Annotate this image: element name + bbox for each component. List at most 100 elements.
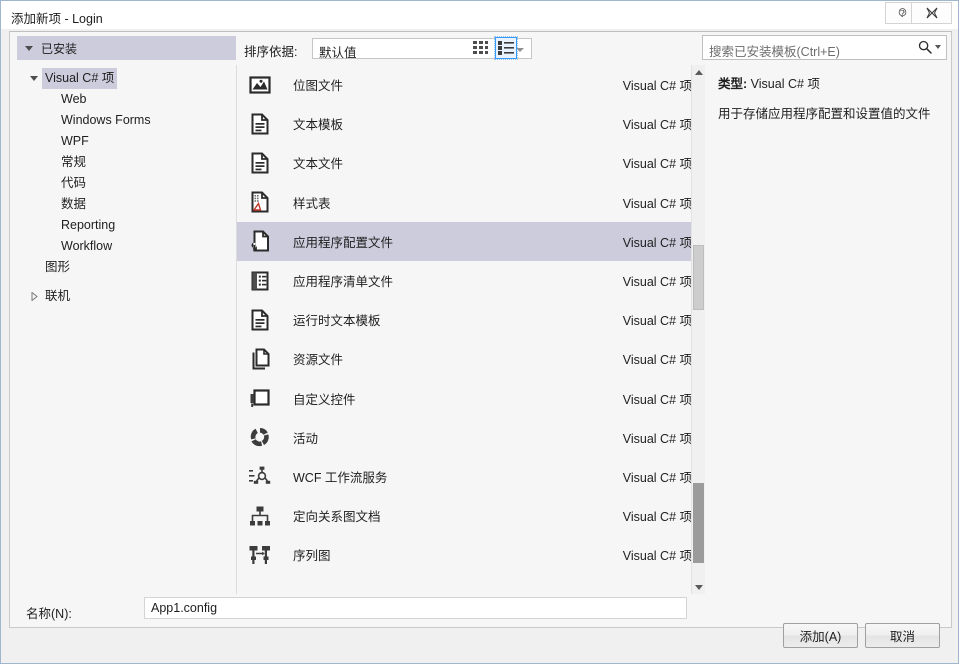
template-row-wcf-workflow-service[interactable]: WCF 工作流服务 Visual C# 项: [237, 457, 704, 496]
chevron-down-icon: [25, 45, 33, 51]
template-list-scrollbar[interactable]: [691, 65, 705, 594]
template-name: 活动: [293, 431, 319, 446]
app-manifest-file-icon: [247, 268, 273, 294]
dialog-content: 已安装 Visual C# 项 Web Windows Forms WPF 常规…: [9, 31, 952, 628]
template-name: 文本文件: [293, 157, 344, 172]
template-row-directed-graph-document[interactable]: 定向关系图文档 Visual C# 项: [237, 496, 704, 535]
title-bar: 添加新项 - Login ?: [1, 1, 958, 29]
template-kind: Visual C# 项: [622, 235, 692, 250]
directed-graph-document-icon: [247, 503, 273, 529]
add-button[interactable]: 添加(A): [783, 623, 858, 648]
sidebar-item-web[interactable]: Web: [10, 89, 236, 110]
template-name: 定向关系图文档: [293, 510, 381, 525]
search-placeholder: 搜索已安装模板(Ctrl+E): [709, 45, 840, 59]
triangle-down-icon: [694, 584, 703, 590]
text-file-icon: [247, 150, 273, 176]
list-toolbar: 排序依据: 默认值 搜索已安装模板(Ctrl+E): [236, 32, 951, 65]
triangle-up-icon: [694, 69, 703, 75]
sidebar-item-label: Windows Forms: [61, 113, 151, 127]
search-box[interactable]: 搜索已安装模板(Ctrl+E): [702, 35, 947, 60]
template-row-sequence-diagram[interactable]: 序列图 Visual C# 项: [237, 535, 704, 574]
template-kind: Visual C# 项: [622, 157, 692, 172]
sort-by-value: 默认值: [319, 46, 357, 60]
grid-view-icon: [473, 40, 488, 54]
template-row-custom-control[interactable]: 自定义控件 Visual C# 项: [237, 379, 704, 418]
sidebar-item-windows-forms[interactable]: Windows Forms: [10, 110, 236, 131]
sidebar-item-visual-csharp-items[interactable]: Visual C# 项: [10, 68, 236, 89]
template-row-bitmap-file[interactable]: 位图文件 Visual C# 项: [237, 65, 704, 104]
template-name: 位图文件: [293, 79, 344, 94]
sidebar-item-reporting[interactable]: Reporting: [10, 215, 236, 236]
template-name: 资源文件: [293, 353, 344, 368]
medium-icons-view-button[interactable]: [470, 37, 492, 59]
wcf-workflow-service-icon: [247, 463, 273, 489]
list-view-icon: [498, 41, 514, 55]
sidebar-item-label: Reporting: [61, 218, 116, 232]
sidebar-item-label: 联机: [45, 289, 71, 303]
template-row-app-manifest-file[interactable]: 应用程序清单文件 Visual C# 项: [237, 261, 704, 300]
svg-text:?: ?: [900, 8, 905, 20]
scroll-down-button[interactable]: [692, 580, 705, 594]
sequence-diagram-icon: [247, 542, 273, 568]
scrollbar-thumb[interactable]: [693, 245, 704, 310]
sidebar-item-general[interactable]: 常规: [10, 152, 236, 173]
text-template-icon: [247, 111, 273, 137]
sidebar-item-label: Visual C# 项: [42, 68, 118, 89]
sidebar-item-graphics[interactable]: 图形: [10, 257, 236, 278]
search-icon-group[interactable]: [918, 40, 941, 54]
template-name: 自定义控件: [293, 392, 356, 407]
template-kind: Visual C# 项: [622, 79, 692, 94]
sidebar-item-label: Workflow: [61, 239, 113, 253]
details-type-value: Visual C# 项: [750, 77, 820, 91]
categories-sidebar: 已安装 Visual C# 项 Web Windows Forms WPF 常规…: [10, 32, 236, 627]
dialog-title: 添加新项 - Login: [11, 12, 103, 26]
template-row-text-template[interactable]: 文本模板 Visual C# 项: [237, 104, 704, 143]
sidebar-item-data[interactable]: 数据: [10, 194, 236, 215]
template-kind: Visual C# 项: [622, 470, 692, 485]
template-row-activity[interactable]: 活动 Visual C# 项: [237, 418, 704, 457]
template-name: 应用程序配置文件: [293, 235, 394, 250]
add-new-item-dialog: 添加新项 - Login ? 已安装 Visual C# 项 Web Windo…: [0, 0, 959, 664]
template-name: WCF 工作流服务: [293, 470, 388, 485]
scrollbar-thumb-secondary[interactable]: [693, 483, 704, 563]
bitmap-file-icon: [247, 72, 273, 98]
template-kind: Visual C# 项: [622, 392, 692, 407]
template-list[interactable]: 位图文件 Visual C# 项 文本模板 Visual C# 项 文本文件 V…: [236, 65, 705, 594]
template-details-pane: 类型: Visual C# 项 用于存储应用程序配置和设置值的文件: [706, 65, 951, 594]
question-mark-icon: ?: [898, 8, 907, 20]
sidebar-item-code[interactable]: 代码: [10, 173, 236, 194]
chevron-right-icon: [26, 292, 42, 301]
template-kind: Visual C# 项: [622, 196, 692, 211]
template-kind: Visual C# 项: [622, 314, 692, 329]
sidebar-item-online[interactable]: 联机: [10, 286, 236, 307]
template-row-stylesheet[interactable]: 样式表 Visual C# 项: [237, 183, 704, 222]
custom-control-icon: [247, 385, 273, 411]
details-description: 用于存储应用程序配置和设置值的文件: [718, 107, 931, 121]
template-row-text-file[interactable]: 文本文件 Visual C# 项: [237, 143, 704, 182]
sidebar-item-workflow[interactable]: Workflow: [10, 236, 236, 257]
category-tree: Visual C# 项 Web Windows Forms WPF 常规 代码: [10, 68, 236, 307]
sidebar-item-label: 代码: [61, 176, 87, 190]
template-kind: Visual C# 项: [622, 549, 692, 564]
scroll-up-button[interactable]: [692, 65, 705, 79]
close-button[interactable]: [911, 2, 952, 24]
template-name: 序列图: [293, 549, 331, 564]
template-name: 应用程序清单文件: [293, 275, 394, 290]
cancel-button[interactable]: 取消: [865, 623, 940, 648]
sidebar-item-wpf[interactable]: WPF: [10, 131, 236, 152]
list-view-button[interactable]: [494, 36, 518, 60]
details-type-label: 类型:: [718, 77, 748, 91]
template-kind: Visual C# 项: [622, 431, 692, 446]
close-icon: [926, 7, 937, 19]
runtime-text-template-icon: [247, 307, 273, 333]
template-row-app-config-file[interactable]: 应用程序配置文件 Visual C# 项: [237, 221, 704, 261]
name-label: 名称(N):: [26, 607, 72, 621]
template-row-resource-file[interactable]: 资源文件 Visual C# 项: [237, 339, 704, 378]
installed-group-label: 已安装: [41, 41, 78, 56]
activity-icon: [247, 424, 273, 450]
chevron-down-icon: [26, 76, 42, 81]
template-row-runtime-text-template[interactable]: 运行时文本模板 Visual C# 项: [237, 300, 704, 339]
installed-group-header[interactable]: 已安装: [17, 36, 236, 60]
name-input[interactable]: [144, 597, 687, 619]
template-kind: Visual C# 项: [622, 353, 692, 368]
